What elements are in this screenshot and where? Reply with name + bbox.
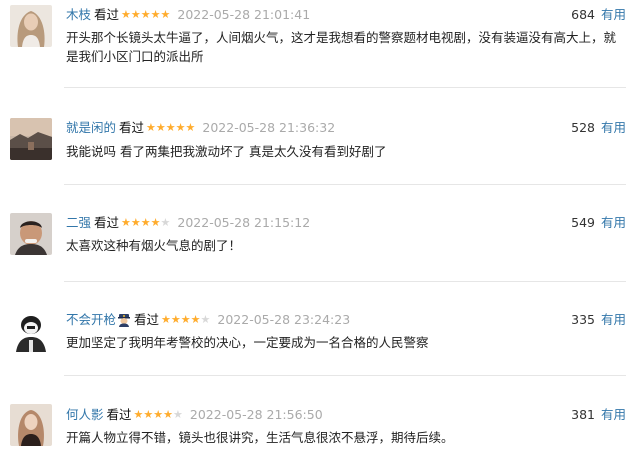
star-icon: ★ bbox=[146, 121, 156, 134]
rating-stars: ★ ★ ★ ★ ★ bbox=[146, 118, 195, 138]
review-meta: 何人影 看过 ★ ★ ★ ★ ★ 2022-05-28 21:56:50 bbox=[66, 405, 323, 425]
star-icon: ★ bbox=[163, 408, 174, 421]
review-meta: 不会开枪 看过 ★ ★ ★ ★ ★ 2022-05-28 23:24:23 bbox=[66, 310, 350, 330]
watch-status: 看过 bbox=[94, 7, 120, 22]
rating-stars: ★ ★ ★ ★ ★ bbox=[121, 5, 170, 25]
rating-stars: ★ ★ ★ ★ ★ bbox=[161, 310, 210, 330]
review-content: 开篇人物立得不错，镜头也很讲究，生活气息很浓不悬浮，期待后续。 bbox=[66, 430, 454, 445]
vote-count: 335 bbox=[571, 312, 595, 327]
star-icon: ★ bbox=[140, 8, 151, 21]
rating-stars: ★ ★ ★ ★ ★ bbox=[134, 405, 183, 425]
star-icon: ★ bbox=[175, 121, 186, 134]
star-icon: ★ bbox=[173, 408, 183, 421]
star-icon: ★ bbox=[161, 313, 171, 326]
review-meta: 木枝 看过 ★ ★ ★ ★ ★ 2022-05-28 21:01:41 bbox=[66, 5, 310, 25]
avatar[interactable] bbox=[10, 5, 52, 47]
star-icon: ★ bbox=[160, 216, 171, 229]
username-link[interactable]: 二强 bbox=[66, 213, 91, 233]
star-icon: ★ bbox=[143, 408, 154, 421]
star-icon: ★ bbox=[133, 408, 144, 421]
review-time: 2022-05-28 23:24:23 bbox=[217, 312, 351, 327]
username-link[interactable]: 何人影 bbox=[66, 405, 104, 425]
vote-count: 549 bbox=[571, 215, 595, 230]
star-icon: ★ bbox=[130, 216, 141, 229]
review-content: 开头那个长镜头太牛逼了，人间烟火气，这才是我想看的警察题材电视剧，没有装逼没有高… bbox=[66, 30, 617, 64]
username-link[interactable]: 木枝 bbox=[66, 5, 91, 25]
star-icon: ★ bbox=[200, 313, 211, 326]
vote-area: 528 有用 bbox=[571, 118, 626, 138]
star-icon: ★ bbox=[165, 121, 176, 134]
rating-stars: ★ ★ ★ ★ ★ bbox=[121, 213, 170, 233]
review-meta: 二强 看过 ★ ★ ★ ★ ★ 2022-05-28 21:15:12 bbox=[66, 213, 310, 233]
avatar[interactable] bbox=[10, 118, 52, 160]
star-icon: ★ bbox=[140, 216, 151, 229]
review-time: 2022-05-28 21:15:12 bbox=[177, 215, 311, 230]
avatar[interactable] bbox=[10, 213, 52, 255]
review-content: 更加坚定了我明年考警校的决心，一定要成为一名合格的人民警察 bbox=[66, 335, 429, 350]
star-icon: ★ bbox=[160, 8, 171, 21]
star-icon: ★ bbox=[150, 216, 161, 229]
useful-button[interactable]: 有用 bbox=[601, 407, 626, 422]
divider bbox=[64, 184, 626, 185]
star-icon: ★ bbox=[170, 313, 181, 326]
review-time: 2022-05-28 21:56:50 bbox=[189, 407, 323, 422]
watch-status: 看过 bbox=[106, 407, 132, 422]
police-officer-icon bbox=[117, 313, 131, 327]
star-icon: ★ bbox=[121, 8, 131, 21]
vote-count: 381 bbox=[571, 407, 595, 422]
divider bbox=[64, 281, 626, 282]
divider bbox=[64, 375, 626, 376]
avatar[interactable] bbox=[10, 310, 52, 352]
star-icon: ★ bbox=[130, 8, 141, 21]
star-icon: ★ bbox=[180, 313, 191, 326]
useful-button[interactable]: 有用 bbox=[601, 215, 626, 230]
username-link[interactable]: 就是闲的 bbox=[66, 118, 116, 138]
star-icon: ★ bbox=[150, 8, 161, 21]
username-link[interactable]: 不会开枪 bbox=[66, 310, 116, 330]
vote-area: 335 有用 bbox=[571, 310, 626, 330]
divider bbox=[64, 87, 626, 88]
star-icon: ★ bbox=[121, 216, 131, 229]
avatar[interactable] bbox=[10, 404, 52, 446]
vote-area: 549 有用 bbox=[571, 213, 626, 233]
useful-button[interactable]: 有用 bbox=[601, 120, 626, 135]
useful-button[interactable]: 有用 bbox=[601, 7, 626, 22]
useful-button[interactable]: 有用 bbox=[601, 312, 626, 327]
star-icon: ★ bbox=[190, 313, 201, 326]
star-icon: ★ bbox=[185, 121, 196, 134]
review-content: 我能说吗 看了两集把我激动坏了 真是太久没有看到好剧了 bbox=[66, 144, 387, 159]
vote-area: 684 有用 bbox=[571, 5, 626, 25]
watch-status: 看过 bbox=[119, 120, 145, 135]
review-content: 太喜欢这种有烟火气息的剧了！ bbox=[66, 238, 242, 253]
star-icon: ★ bbox=[153, 408, 164, 421]
review-meta: 就是闲的 看过 ★ ★ ★ ★ ★ 2022-05-28 21:36:32 bbox=[66, 118, 335, 138]
review-time: 2022-05-28 21:36:32 bbox=[202, 120, 336, 135]
vote-count: 684 bbox=[571, 7, 595, 22]
vote-count: 528 bbox=[571, 120, 595, 135]
watch-status: 看过 bbox=[94, 215, 120, 230]
star-icon: ★ bbox=[155, 121, 166, 134]
review-time: 2022-05-28 21:01:41 bbox=[177, 7, 311, 22]
watch-status: 看过 bbox=[134, 312, 160, 327]
vote-area: 381 有用 bbox=[571, 405, 626, 425]
